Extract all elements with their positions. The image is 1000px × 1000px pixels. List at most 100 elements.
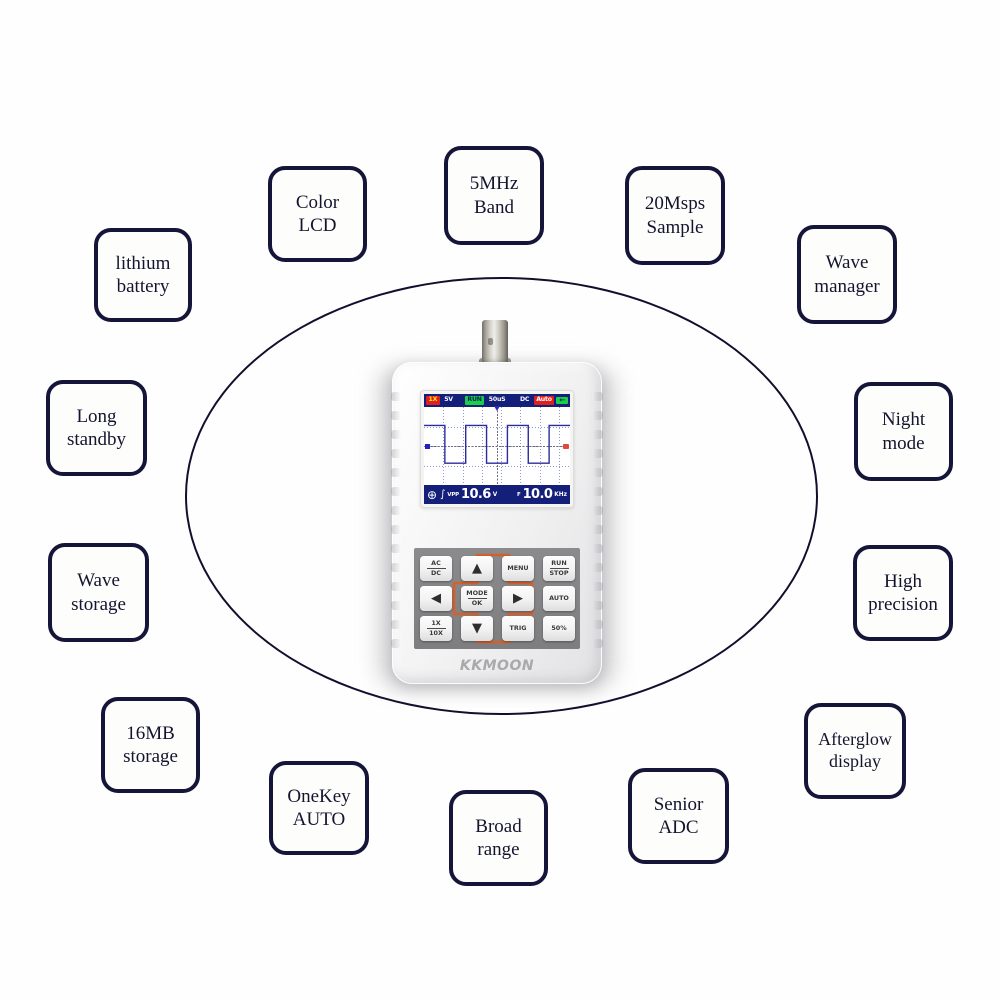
callout-lithium-battery[interactable]: lithium battery (94, 228, 192, 322)
callout-line: Afterglow (818, 729, 892, 750)
callout-line: precision (868, 594, 938, 615)
grip-ridge (593, 468, 603, 477)
key-up[interactable]: ▲ (461, 556, 493, 581)
grip-ridge (391, 468, 401, 477)
callout-16mb-storage[interactable]: 16MB storage (101, 697, 200, 793)
grip-ridge (593, 487, 603, 496)
grip-ridge (593, 563, 603, 572)
grip-ridge (593, 392, 603, 401)
grip-ridge (391, 487, 401, 496)
key-up-icon: ▲ (472, 561, 482, 576)
key-label-top: AUTO (549, 593, 569, 602)
key-right-icon: ▶ (513, 591, 523, 606)
key-label-top: MODE (466, 589, 488, 598)
callout-line: Night (881, 409, 926, 431)
bnc-connector (482, 320, 508, 364)
key-label-bottom: DC (431, 568, 441, 577)
brand-logo: KKMOON (459, 658, 535, 674)
key-label-top: MENU (507, 563, 529, 572)
callout-line: 20Msps (644, 193, 706, 215)
volts-div-label[interactable]: 5V (442, 396, 456, 404)
callout-line: battery (116, 276, 170, 297)
grip-ridge (593, 430, 603, 439)
trigger-level-marker[interactable] (493, 406, 500, 411)
callout-5mhz-band[interactable]: 5MHz Band (444, 146, 544, 245)
key-label-top: TRIG (509, 623, 527, 632)
callout-line: manager (814, 275, 880, 297)
key-down[interactable]: ▼ (461, 616, 493, 641)
callout-line: lithium (115, 252, 171, 274)
grip-ridge (593, 639, 603, 648)
grip-ridge (593, 525, 603, 534)
callout-line: Broad (475, 815, 522, 837)
channel-position-marker[interactable] (425, 443, 430, 449)
key-label-bottom: 10X (429, 628, 443, 637)
back-arrow-icon[interactable]: ← (556, 397, 568, 404)
key-50-percent[interactable]: 50% (543, 616, 575, 641)
grip-ridge (391, 582, 401, 591)
key-left-icon: ◀ (431, 591, 441, 606)
key-1x-10x[interactable]: 1X 10X (420, 616, 452, 641)
callout-20msps-sample[interactable]: 20Msps Sample (625, 166, 725, 265)
callout-line: standby (66, 429, 127, 450)
key-right[interactable]: ▶ (502, 586, 534, 611)
callout-line: ADC (658, 817, 699, 838)
callout-line: 5MHz (469, 173, 519, 195)
callout-afterglow-display[interactable]: Afterglow display (804, 703, 906, 799)
coupling-label[interactable]: DC (517, 396, 531, 404)
vpp-unit: V (492, 491, 498, 498)
callout-line: storage (123, 746, 178, 767)
key-mode-ok[interactable]: MODE OK (461, 586, 493, 611)
lcd-screen[interactable]: 1X 5V RUN 50uS DC Auto ← ⊕ ∫ VPP 10.6 V … (424, 394, 570, 504)
oscilloscope-device: 1X 5V RUN 50uS DC Auto ← ⊕ ∫ VPP 10.6 V … (372, 318, 630, 690)
callout-senior-adc[interactable]: Senior ADC (628, 768, 729, 864)
callout-line: Band (473, 196, 515, 218)
crosshair-icon: ⊕ (427, 487, 438, 502)
grip-ridge (391, 601, 401, 610)
grip-ridge (391, 506, 401, 515)
trigger-mode-chip[interactable]: Auto (533, 396, 555, 405)
screen-bezel: 1X 5V RUN 50uS DC Auto ← ⊕ ∫ VPP 10.6 V … (420, 390, 574, 508)
grip-ridge (391, 525, 401, 534)
callout-line: AUTO (292, 809, 346, 830)
key-label-top: 50% (551, 623, 567, 632)
probe-ratio-chip[interactable]: 1X (426, 396, 440, 405)
callout-high-precision[interactable]: High precision (853, 545, 953, 641)
callout-wave-storage[interactable]: Wave storage (48, 543, 149, 642)
run-state-chip[interactable]: RUN (464, 396, 485, 405)
callout-line: Wave (825, 252, 869, 274)
key-left[interactable]: ◀ (420, 586, 452, 611)
bnc-notch (488, 338, 493, 345)
freq-value: 10.0 (522, 487, 553, 502)
trigger-position-marker[interactable] (563, 443, 569, 449)
key-auto[interactable]: AUTO (543, 586, 575, 611)
grip-ridge (391, 563, 401, 572)
key-trig[interactable]: TRIG (502, 616, 534, 641)
grip-ridge (391, 449, 401, 458)
callout-color-lcd[interactable]: Color LCD (268, 166, 367, 262)
grip-ridge (593, 506, 603, 515)
grip-ridge (593, 582, 603, 591)
screen-measurement-bar: ⊕ ∫ VPP 10.6 V F 10.0 KHz (424, 485, 570, 504)
key-ac-dc[interactable]: AC DC (420, 556, 452, 581)
callout-broad-range[interactable]: Broad range (449, 790, 548, 886)
callout-line: High (884, 570, 922, 592)
callout-wave-manager[interactable]: Wave manager (797, 225, 897, 324)
key-run-stop[interactable]: RUN STOP (543, 556, 575, 581)
grip-ridge (593, 544, 603, 553)
callout-long-standby[interactable]: Long standby (46, 380, 147, 476)
callout-line: Senior (653, 793, 704, 815)
grip-ridge (391, 639, 401, 648)
callout-line: mode (882, 432, 925, 454)
waveform-icon: ∫ (440, 488, 446, 500)
vpp-label: VPP (447, 491, 459, 498)
waveform-grid-area (424, 406, 570, 485)
callout-night-mode[interactable]: Night mode (854, 382, 953, 481)
callout-line: Wave (77, 570, 120, 592)
key-label-top: AC (431, 559, 441, 568)
callout-line: Long (76, 405, 117, 427)
time-div-label[interactable]: 50uS (486, 396, 508, 404)
key-menu[interactable]: MENU (502, 556, 534, 581)
callout-line: range (477, 839, 520, 860)
callout-onekey-auto[interactable]: OneKey AUTO (269, 761, 369, 855)
